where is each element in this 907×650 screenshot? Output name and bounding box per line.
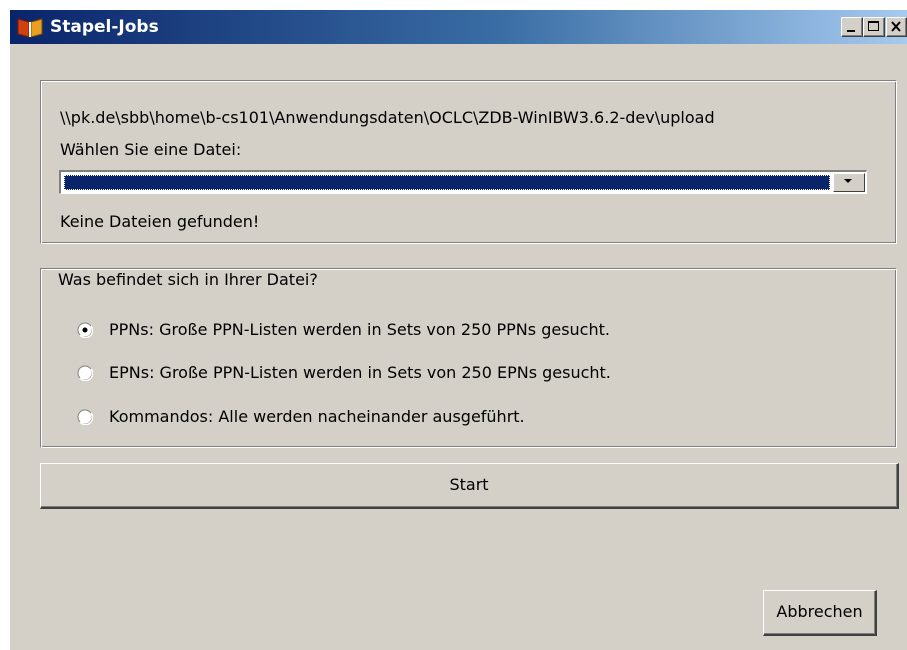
maximize-button[interactable]: [863, 17, 885, 37]
radio-option-ppns[interactable]: PPNs: Große PPN-Listen werden in Sets vo…: [73, 318, 773, 342]
radio-label-epns: EPNs: Große PPN-Listen werden in Sets vo…: [109, 363, 611, 382]
maximize-icon: [868, 21, 879, 31]
minimize-icon: [847, 30, 855, 32]
content-type-legend: Was befindet sich in Ihrer Datei?: [53, 270, 323, 290]
cancel-button[interactable]: Abbrechen: [763, 590, 877, 636]
book-icon: [16, 17, 44, 39]
close-button[interactable]: [886, 17, 907, 37]
file-select-value: [64, 175, 830, 190]
radio-option-commands[interactable]: Kommandos: Alle werden nacheinander ausg…: [73, 405, 773, 429]
radio-label-commands: Kommandos: Alle werden nacheinander ausg…: [109, 407, 525, 426]
upload-path: \\pk.de\sbb\home\b-cs101\Anwendungsdaten…: [60, 108, 715, 127]
radio-option-epns[interactable]: EPNs: Große PPN-Listen werden in Sets vo…: [73, 361, 773, 385]
window-title: Stapel-Jobs: [50, 17, 159, 37]
start-button[interactable]: Start: [40, 463, 899, 509]
radio-label-ppns: PPNs: Große PPN-Listen werden in Sets vo…: [109, 320, 610, 339]
radio-button[interactable]: [77, 409, 93, 425]
batch-jobs-dialog: Stapel-Jobs \\pk.de\sbb\home\b-cs101\Anw…: [10, 10, 907, 650]
no-files-message: Keine Dateien gefunden!: [60, 212, 260, 231]
file-select[interactable]: [59, 170, 867, 194]
minimize-button[interactable]: [841, 17, 863, 37]
choose-file-label: Wählen Sie eine Datei:: [60, 140, 242, 159]
chevron-down-icon: [844, 179, 852, 183]
radio-button[interactable]: [77, 365, 93, 381]
file-select-dropdown-button[interactable]: [833, 173, 865, 192]
close-icon: [891, 21, 901, 32]
title-bar[interactable]: Stapel-Jobs: [10, 10, 907, 44]
radio-button-selected[interactable]: [77, 322, 93, 338]
